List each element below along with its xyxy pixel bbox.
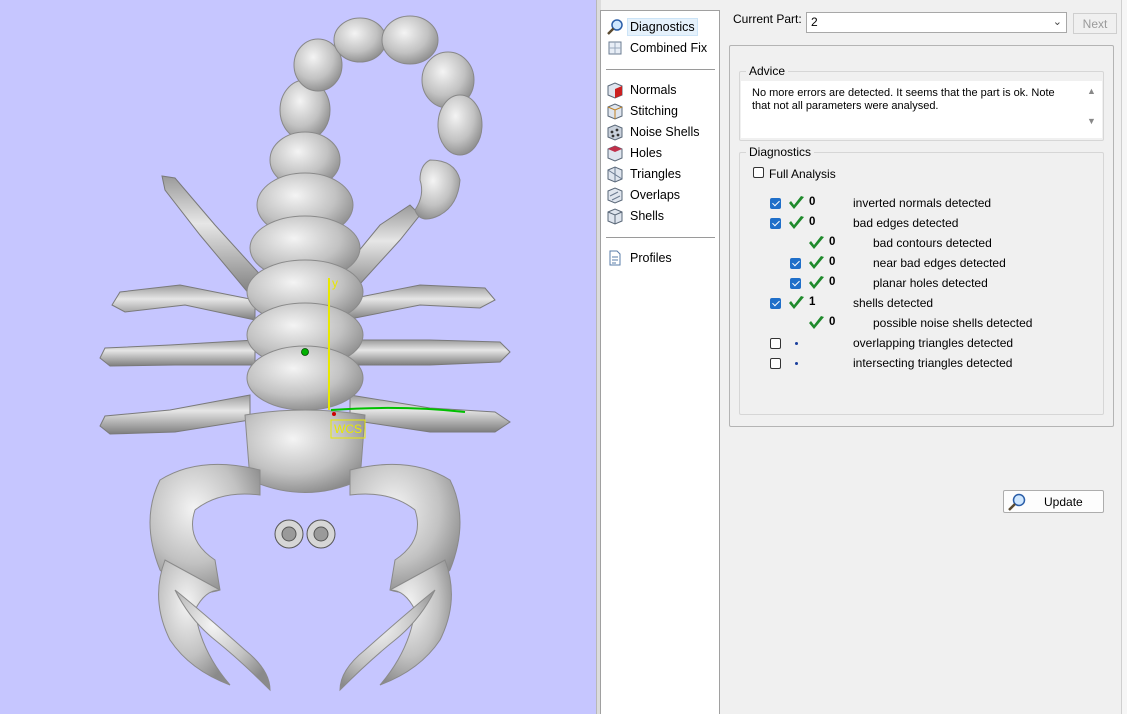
diagnostic-row: 0 planar holes detected (740, 275, 1100, 291)
green-check-icon (809, 316, 824, 329)
profiles-document-icon (609, 250, 621, 266)
diagnostic-row: 0 inverted normals detected (740, 195, 1100, 211)
diagnostic-count: 0 (829, 316, 836, 328)
nav-item-triangles[interactable]: Triangles (606, 164, 683, 184)
nav-item-noise-shells[interactable]: Noise Shells (606, 122, 701, 142)
diagnostic-checkbox[interactable] (770, 298, 781, 309)
diagnostics-group: Diagnostics Full Analysis 0 inverted norm… (739, 145, 1104, 513)
diagnostic-count: 0 (809, 216, 816, 228)
magnifier-icon (607, 19, 623, 35)
chevron-down-icon: ⌄ (1052, 16, 1062, 28)
green-check-icon (809, 236, 824, 249)
diagnostic-row: 0 bad contours detected (740, 235, 1100, 251)
diagnostic-label: bad contours detected (873, 236, 992, 250)
diagnostic-checkbox[interactable] (790, 258, 801, 269)
advice-text: No more errors are detected. It seems th… (752, 87, 1055, 112)
y-axis-label: y (332, 276, 338, 290)
diagnostic-row: 0 possible noise shells detected (740, 315, 1100, 331)
full-analysis-label: Full Analysis (769, 167, 836, 181)
diagnostic-label: possible noise shells detected (873, 316, 1033, 330)
current-part-value: 2 (811, 15, 818, 29)
diagnostic-label: bad edges detected (853, 216, 959, 230)
nav-item-profiles[interactable]: Profiles (606, 248, 674, 268)
nav-item-shells[interactable]: Shells (606, 206, 666, 226)
normals-cube-icon (607, 82, 623, 99)
diagnostic-checkbox[interactable] (790, 278, 801, 289)
diagnostic-row: 0 near bad edges detected (740, 255, 1100, 271)
diagnostics-title: Diagnostics (746, 145, 815, 159)
scroll-up-icon[interactable]: ▲ (1087, 86, 1096, 96)
nav-separator (606, 69, 715, 70)
advice-scrollbar[interactable]: ▲ ▼ (1085, 86, 1099, 134)
next-button[interactable]: Next (1073, 13, 1117, 34)
wcs-label: WCS (334, 422, 362, 436)
diagnostic-count: 1 (809, 296, 816, 308)
advice-box: No more errors are detected. It seems th… (741, 81, 1102, 138)
nav-item-combined-fix[interactable]: Combined Fix (606, 38, 709, 58)
pending-dot-icon (795, 342, 798, 345)
diagnostic-checkbox[interactable] (770, 198, 781, 209)
shells-cube-icon (607, 208, 623, 225)
diagnostic-count: 0 (809, 196, 816, 208)
full-analysis-checkbox[interactable] (753, 167, 764, 178)
diagnostic-row: 1 shells detected (740, 295, 1100, 311)
diagnostic-label: shells detected (853, 296, 934, 310)
update-button-label: Update (1044, 495, 1083, 509)
stitching-cube-icon (607, 103, 623, 120)
diagnostics-panel: Advice No more errors are detected. It s… (729, 45, 1114, 513)
nav-item-overlaps[interactable]: Overlaps (606, 185, 682, 205)
advice-group: Advice No more errors are detected. It s… (739, 64, 1104, 141)
green-check-icon (789, 196, 804, 209)
update-button[interactable]: Update (1003, 490, 1104, 513)
diagnostic-count: 0 (829, 276, 836, 288)
diagnostic-count: 0 (829, 236, 836, 248)
nav-item-diagnostics[interactable]: Diagnostics (606, 17, 698, 37)
diagnostic-label: intersecting triangles detected (853, 356, 1013, 370)
nav-separator (606, 237, 715, 238)
fix-page-content: Current Part: 2 ⌄ Next Advice No more er… (722, 0, 1127, 714)
window-edge (1121, 0, 1127, 714)
current-part-label: Current Part: (733, 12, 802, 26)
nav-item-holes[interactable]: Holes (606, 143, 664, 163)
current-part-select[interactable]: 2 ⌄ (806, 12, 1067, 33)
diagnostic-checkbox[interactable] (770, 338, 781, 349)
diagnostic-row: 0 bad edges detected (740, 215, 1100, 231)
scorpion-model (99, 15, 511, 692)
advice-title: Advice (746, 64, 789, 78)
fix-wizard-nav: Diagnostics Combined Fix Normals Stitchi… (600, 10, 720, 714)
diagnostic-row: overlapping triangles detected (740, 335, 1100, 351)
diagnostic-checkbox[interactable] (770, 358, 781, 369)
diagnostic-label: near bad edges detected (873, 256, 1006, 270)
pivot-point[interactable] (301, 348, 309, 356)
diagnostic-count: 0 (829, 256, 836, 268)
triangles-cube-icon (607, 166, 623, 183)
green-check-icon (789, 296, 804, 309)
scroll-down-icon[interactable]: ▼ (1087, 116, 1096, 126)
diagnostic-checkbox[interactable] (770, 218, 781, 229)
combined-fix-icon (608, 41, 622, 55)
diagnostic-label: overlapping triangles detected (853, 336, 1014, 350)
3d-viewport[interactable]: y WCS (0, 0, 596, 714)
overlaps-cube-icon (607, 187, 623, 204)
magnifier-icon (1008, 493, 1026, 511)
noise-shells-cube-icon (607, 124, 623, 141)
pending-dot-icon (795, 362, 798, 365)
next-button-label: Next (1082, 16, 1108, 31)
diagnostic-label: planar holes detected (873, 276, 988, 290)
green-check-icon (789, 216, 804, 229)
nav-item-normals[interactable]: Normals (606, 80, 679, 100)
diagnostic-row: intersecting triangles detected (740, 355, 1100, 371)
nav-item-stitching[interactable]: Stitching (606, 101, 680, 121)
diagnostic-label: inverted normals detected (853, 196, 992, 210)
holes-cube-icon (607, 145, 623, 162)
green-check-icon (809, 276, 824, 289)
green-check-icon (809, 256, 824, 269)
